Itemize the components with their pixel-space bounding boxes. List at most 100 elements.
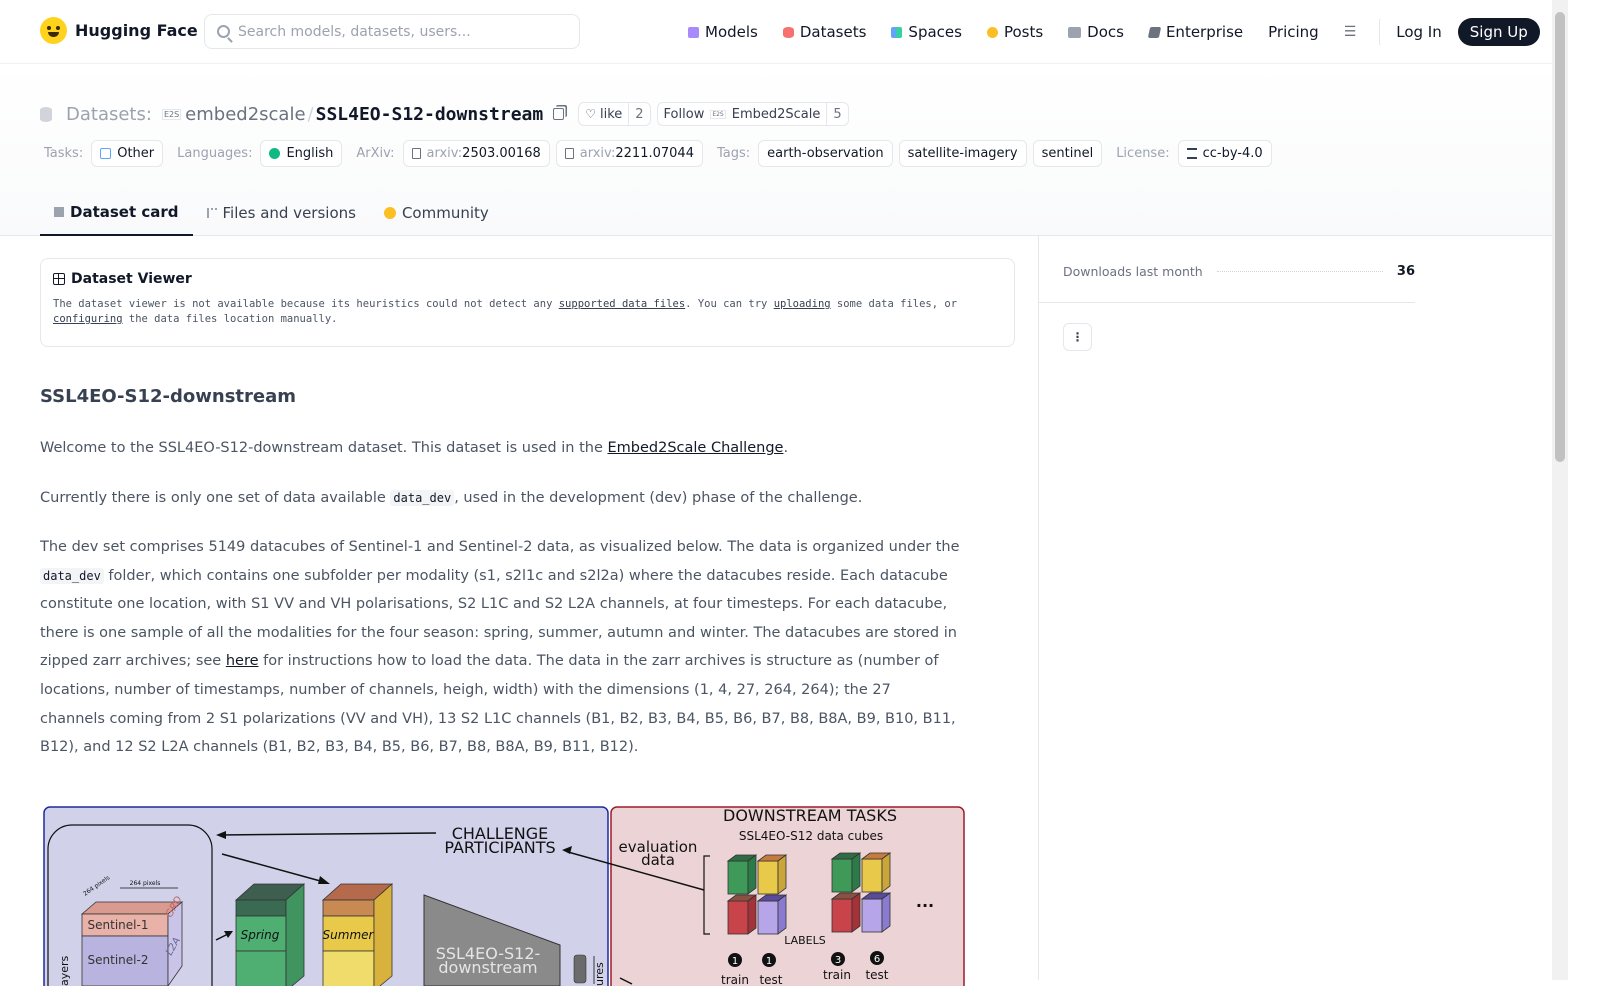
- arxiv-tag-1[interactable]: arxiv:2503.00168: [402, 139, 550, 167]
- globe-icon: [269, 147, 281, 159]
- nav-models-label: Models: [705, 23, 758, 41]
- kebab-icon: ⋮: [1071, 330, 1084, 344]
- tab-community-label: Community: [401, 203, 489, 222]
- dataset-viewer-box: Dataset Viewer The dataset viewer is not…: [40, 258, 1015, 347]
- nav-pricing[interactable]: Pricing: [1268, 23, 1319, 41]
- arxiv-prefix: arxiv:: [426, 145, 463, 161]
- arxiv-tag-2[interactable]: arxiv:2211.07044: [555, 139, 703, 167]
- label-number: 6: [874, 954, 880, 965]
- copy-icon[interactable]: [553, 108, 565, 120]
- tasks-label: Tasks:: [44, 145, 84, 161]
- p3-text: The dev set comprises 5149 datacubes of …: [40, 539, 960, 555]
- task-tag-other[interactable]: Other: [91, 139, 164, 167]
- cubes-title: SSL4EO-S12 data cubes: [739, 829, 883, 843]
- downloads-label: Downloads last month: [1063, 263, 1203, 279]
- embedding-vector: [573, 954, 587, 984]
- brand-logo-link[interactable]: Hugging Face: [40, 17, 198, 44]
- train-label: train: [721, 973, 749, 986]
- p2-end: , used in the development (dev) phase of…: [454, 490, 863, 506]
- search-input[interactable]: [238, 23, 558, 40]
- train-label: train: [823, 968, 851, 982]
- repo-category[interactable]: Datasets:: [66, 104, 152, 125]
- cube-purple-1: [756, 894, 788, 935]
- posts-icon: [986, 26, 998, 38]
- repo-slash: /: [307, 103, 314, 125]
- tags-row: Tasks: Other Languages: English ArXiv: a…: [44, 139, 1278, 167]
- tag-earth-observation[interactable]: earth-observation: [758, 139, 893, 167]
- tag-sentinel[interactable]: sentinel: [1032, 139, 1103, 167]
- data-availability-paragraph: Currently there is only one set of data …: [40, 484, 960, 513]
- data-dev-code: data_dev: [40, 567, 104, 584]
- nav-enterprise[interactable]: Enterprise: [1147, 23, 1243, 41]
- repo-org-link[interactable]: embed2scale: [185, 104, 305, 125]
- follow-button[interactable]: Follow E2S Embed2Scale 5: [656, 102, 849, 126]
- here-link[interactable]: here: [226, 653, 259, 669]
- dataset-overview-figure: CHALLENGE PARTICIPANTS evaluation data D…: [40, 806, 966, 986]
- figure-svg: CHALLENGE PARTICIPANTS evaluation data D…: [43, 806, 965, 986]
- spring-cube-band: [235, 899, 287, 917]
- supported-data-files-link[interactable]: supported data files: [559, 298, 685, 310]
- top-nav-bar: Hugging Face Models Datasets Spaces Post…: [0, 0, 1552, 64]
- signup-button[interactable]: Sign Up: [1457, 18, 1540, 46]
- nav-models[interactable]: Models: [688, 23, 758, 41]
- participants-label: PARTICIPANTS: [444, 838, 555, 857]
- more-options-button[interactable]: ⋮: [1063, 323, 1092, 351]
- summer-cube-bottom: [322, 950, 375, 986]
- models-icon: [688, 26, 699, 38]
- repo-name[interactable]: SSL4EO-S12-downstream: [316, 104, 544, 125]
- tag-satellite-imagery[interactable]: satellite-imagery: [898, 139, 1027, 167]
- uploading-link[interactable]: uploading: [774, 298, 831, 310]
- org-avatar-icon: E2S: [710, 109, 726, 119]
- nav-datasets-label: Datasets: [799, 23, 867, 41]
- like-count: 2: [628, 103, 649, 125]
- language-tag-english[interactable]: English: [260, 139, 343, 167]
- dataset-icon: [40, 106, 52, 122]
- nav-divider: [1379, 19, 1381, 45]
- viewer-msg-part: The dataset viewer is not available beca…: [53, 298, 559, 310]
- embed2scale-challenge-link[interactable]: Embed2Scale Challenge: [607, 440, 783, 456]
- features-axis-label: ures: [593, 962, 606, 986]
- dev-set-paragraph: The dev set comprises 5149 datacubes of …: [40, 533, 960, 762]
- data-label: data: [641, 851, 675, 869]
- model-label-2: downstream: [438, 958, 537, 977]
- page-scrollbar[interactable]: [1552, 0, 1568, 980]
- dataset-card-content: Dataset Viewer The dataset viewer is not…: [40, 258, 1015, 986]
- search-box[interactable]: [204, 14, 580, 49]
- summer-label: Summer: [323, 928, 375, 942]
- license-tag[interactable]: cc-by-4.0: [1177, 139, 1272, 167]
- main-nav: Models Datasets Spaces Posts Docs Enterp…: [688, 18, 1540, 46]
- pixels-top-label: 264 pixels: [130, 880, 161, 887]
- summer-cube-band: [322, 899, 375, 917]
- tab-files-and-versions[interactable]: Files and versions: [193, 190, 370, 235]
- spring-cube-bottom: [235, 950, 287, 986]
- p1-end: .: [783, 440, 789, 456]
- sentinel1-label: Sentinel-1: [88, 918, 149, 932]
- nav-posts-label: Posts: [1003, 23, 1044, 41]
- docs-icon: [1068, 26, 1082, 38]
- label-number: 1: [732, 956, 738, 967]
- table-icon: [53, 273, 65, 285]
- arxiv-label: ArXiv:: [356, 145, 395, 161]
- brand-name: Hugging Face: [75, 21, 198, 40]
- nav-datasets[interactable]: Datasets: [782, 23, 867, 41]
- nav-posts[interactable]: Posts: [986, 23, 1044, 41]
- tab-community[interactable]: Community: [370, 190, 503, 235]
- task-tag-label: Other: [117, 145, 155, 161]
- like-button[interactable]: ♡ like 2: [578, 102, 651, 126]
- nav-docs[interactable]: Docs: [1068, 23, 1124, 41]
- cube-icon: [54, 207, 64, 217]
- repo-title-row: Datasets: E2S embed2scale / SSL4EO-S12-d…: [40, 100, 855, 128]
- viewer-title-text: Dataset Viewer: [71, 271, 192, 287]
- configuring-link[interactable]: configuring: [53, 313, 123, 325]
- nav-spaces[interactable]: Spaces: [891, 23, 962, 41]
- scrollbar-thumb[interactable]: [1555, 12, 1565, 462]
- nav-pricing-label: Pricing: [1268, 23, 1319, 41]
- summer-cube-side: [373, 883, 393, 986]
- tab-dataset-card[interactable]: Dataset card: [40, 190, 193, 236]
- repo-header: Datasets: E2S embed2scale / SSL4EO-S12-d…: [0, 64, 1552, 236]
- downloads-stat: Downloads last month 36: [1063, 260, 1415, 282]
- more-menu-icon[interactable]: ☰: [1344, 24, 1357, 40]
- viewer-message: The dataset viewer is not available beca…: [53, 297, 1002, 327]
- arxiv-prefix: arxiv:: [579, 145, 616, 161]
- login-link[interactable]: Log In: [1396, 23, 1442, 41]
